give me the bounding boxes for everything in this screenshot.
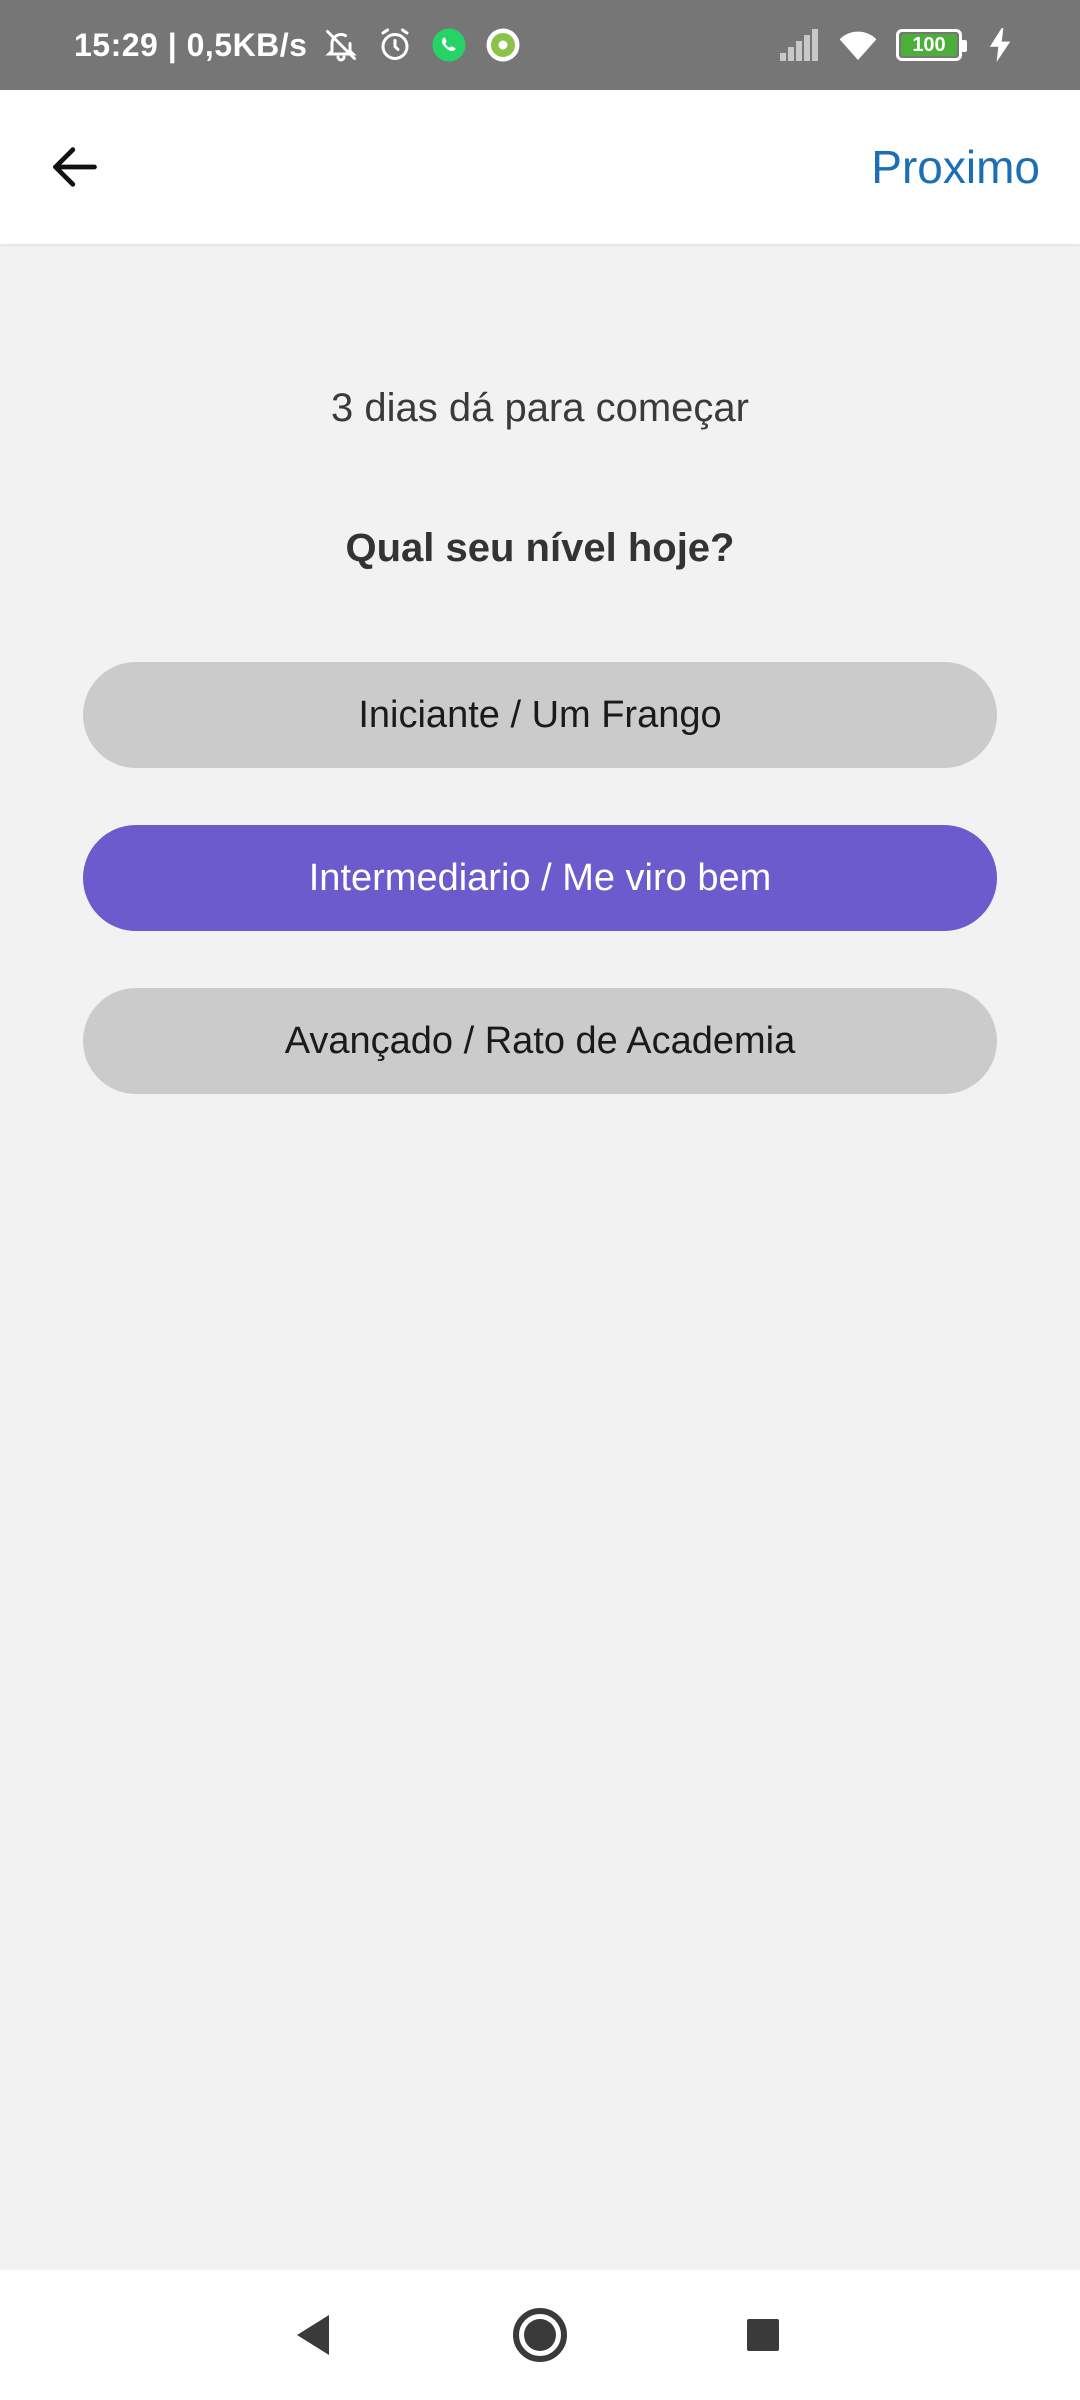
nav-home-icon [513,2308,567,2362]
nav-back-button[interactable] [278,2300,348,2370]
page-question: Qual seu nível hoje? [345,526,735,570]
system-nav-bar [0,2270,1080,2400]
level-options: Iniciante / Um Frango Intermediario / Me… [83,662,997,1151]
settings-badge-icon [483,25,523,65]
signal-icon [780,25,820,65]
page-subtitle: 3 dias dá para começar [330,386,749,430]
alarm-icon [375,25,415,65]
whatsapp-icon [429,25,469,65]
battery-level: 100 [901,34,957,56]
option-advanced[interactable]: Avançado / Rato de Academia [83,988,997,1094]
arrow-left-icon [53,147,97,187]
option-intermediate[interactable]: Intermediario / Me viro bem [83,825,997,931]
wifi-icon [838,25,878,65]
status-bar: 15:29 | 0,5KB/s 100 [0,0,1080,90]
nav-recents-icon [747,2319,779,2351]
app-bar: Proximo [0,90,1080,244]
battery-icon: 100 [896,29,967,61]
status-left: 15:29 | 0,5KB/s [74,25,523,65]
next-button[interactable]: Proximo [871,130,1040,204]
nav-home-button[interactable] [505,2300,575,2370]
bell-off-icon [321,25,361,65]
charging-icon [980,25,1020,65]
option-beginner[interactable]: Iniciante / Um Frango [83,662,997,768]
back-button[interactable] [30,122,120,212]
nav-recents-button[interactable] [728,2300,798,2370]
status-time: 15:29 | 0,5KB/s [74,26,308,63]
nav-back-icon [297,2315,329,2355]
status-right: 100 [780,0,1020,90]
